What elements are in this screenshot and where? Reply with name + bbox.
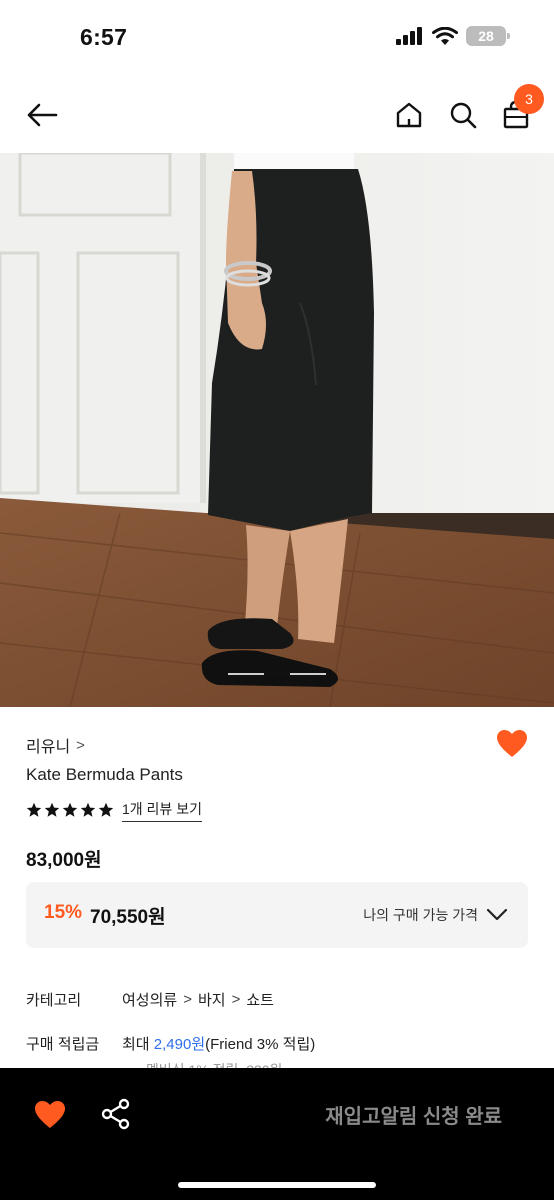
heart-icon[interactable] [496, 729, 528, 759]
nav-bar [0, 84, 554, 146]
chevron-right-icon: > [76, 736, 85, 754]
brand-row[interactable]: 리유니 > [26, 730, 528, 757]
bottom-action-bar: 재입고알림 신청 완료 [0, 1068, 554, 1200]
crumb-separator: > [183, 990, 192, 1008]
cart-count-badge: 3 [514, 84, 544, 114]
home-button[interactable] [390, 96, 428, 134]
star-icon [26, 802, 42, 817]
category-label: 카테고리 [26, 991, 82, 1009]
review-link[interactable]: 1개 리뷰 보기 [122, 799, 202, 822]
restock-alert-button[interactable]: 재입고알림 신청 완료 [325, 1098, 502, 1130]
wifi-icon [432, 26, 458, 45]
rating-stars [26, 802, 114, 818]
product-price: 83,000원 [26, 850, 102, 871]
points-row: 구매 적립금 최대 2,490원 (Friend 3% 적립) [26, 1031, 315, 1055]
crumb-separator: > [231, 990, 241, 1008]
points-amount: 2,490원 [153, 1035, 206, 1053]
arrow-left-icon [27, 103, 58, 127]
my-price-toggle[interactable]: 나의 구매 가능 가격 [363, 900, 508, 930]
product-photo [0, 153, 554, 707]
home-indicator [178, 1182, 376, 1188]
product-image[interactable] [0, 153, 554, 707]
brand-name[interactable]: 리유니 [26, 733, 70, 757]
home-icon [396, 102, 422, 128]
status-time: 6:57 [80, 24, 128, 50]
status-icons: 28 [396, 26, 510, 46]
star-icon [98, 802, 114, 817]
points-suffix: (Friend 3% 적립) [205, 1035, 316, 1053]
rating-row: 1개 리뷰 보기 [26, 798, 528, 822]
category-breadcrumb: 여성의류 > 바지 > 쇼트 [122, 989, 274, 1010]
star-icon [80, 802, 96, 817]
category-crumb-1[interactable]: 여성의류 [122, 989, 177, 1010]
heart-icon[interactable] [34, 1100, 66, 1130]
category-row: 카테고리 여성의류 > 바지 > 쇼트 [26, 987, 274, 1011]
signal-icon [396, 27, 422, 45]
discount-rate: 15% [44, 902, 83, 923]
star-icon [44, 802, 60, 817]
points-label: 구매 적립금 [26, 1035, 100, 1053]
my-price-label: 나의 구매 가능 가격 [363, 907, 478, 923]
battery-icon: 28 [466, 26, 510, 46]
back-button[interactable] [22, 98, 62, 132]
star-icon [62, 802, 78, 817]
category-crumb-3[interactable]: 쇼트 [246, 989, 274, 1010]
points-prefix: 최대 [122, 1035, 154, 1053]
status-bar: 6:57 28 [0, 0, 554, 70]
search-icon [450, 102, 477, 129]
discount-price: 70,550원 [90, 907, 166, 928]
points-value: 최대 2,490원 (Friend 3% 적립) [122, 1033, 315, 1054]
share-icon[interactable] [100, 1098, 132, 1130]
chevron-down-icon [486, 908, 508, 921]
discount-price-panel[interactable]: 15% 70,550원 나의 구매 가능 가격 [26, 882, 528, 948]
product-title: Kate Bermuda Pants [26, 765, 183, 784]
category-crumb-2[interactable]: 바지 [198, 989, 226, 1010]
search-button[interactable] [444, 96, 482, 134]
